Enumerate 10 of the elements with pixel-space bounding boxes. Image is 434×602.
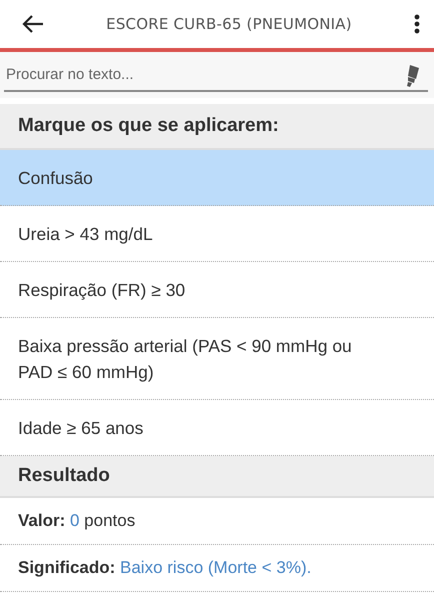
more-icon[interactable] bbox=[414, 14, 420, 34]
back-icon[interactable] bbox=[22, 15, 44, 33]
section-heading: Resultado bbox=[0, 456, 434, 498]
section-heading: Marque os que se aplicarem: bbox=[0, 104, 434, 150]
result-line: Valor: 0 pontos bbox=[0, 498, 434, 545]
screen-title: ESCORE CURB-65 (PNEUMONIA) bbox=[105, 15, 353, 33]
result-line: Significado: Baixo risco (Morte < 3%). bbox=[0, 545, 434, 592]
criterion-item[interactable]: Confusão bbox=[0, 150, 434, 206]
highlighter-icon[interactable] bbox=[404, 64, 420, 88]
search-bar[interactable]: Procurar no texto... bbox=[0, 52, 434, 98]
